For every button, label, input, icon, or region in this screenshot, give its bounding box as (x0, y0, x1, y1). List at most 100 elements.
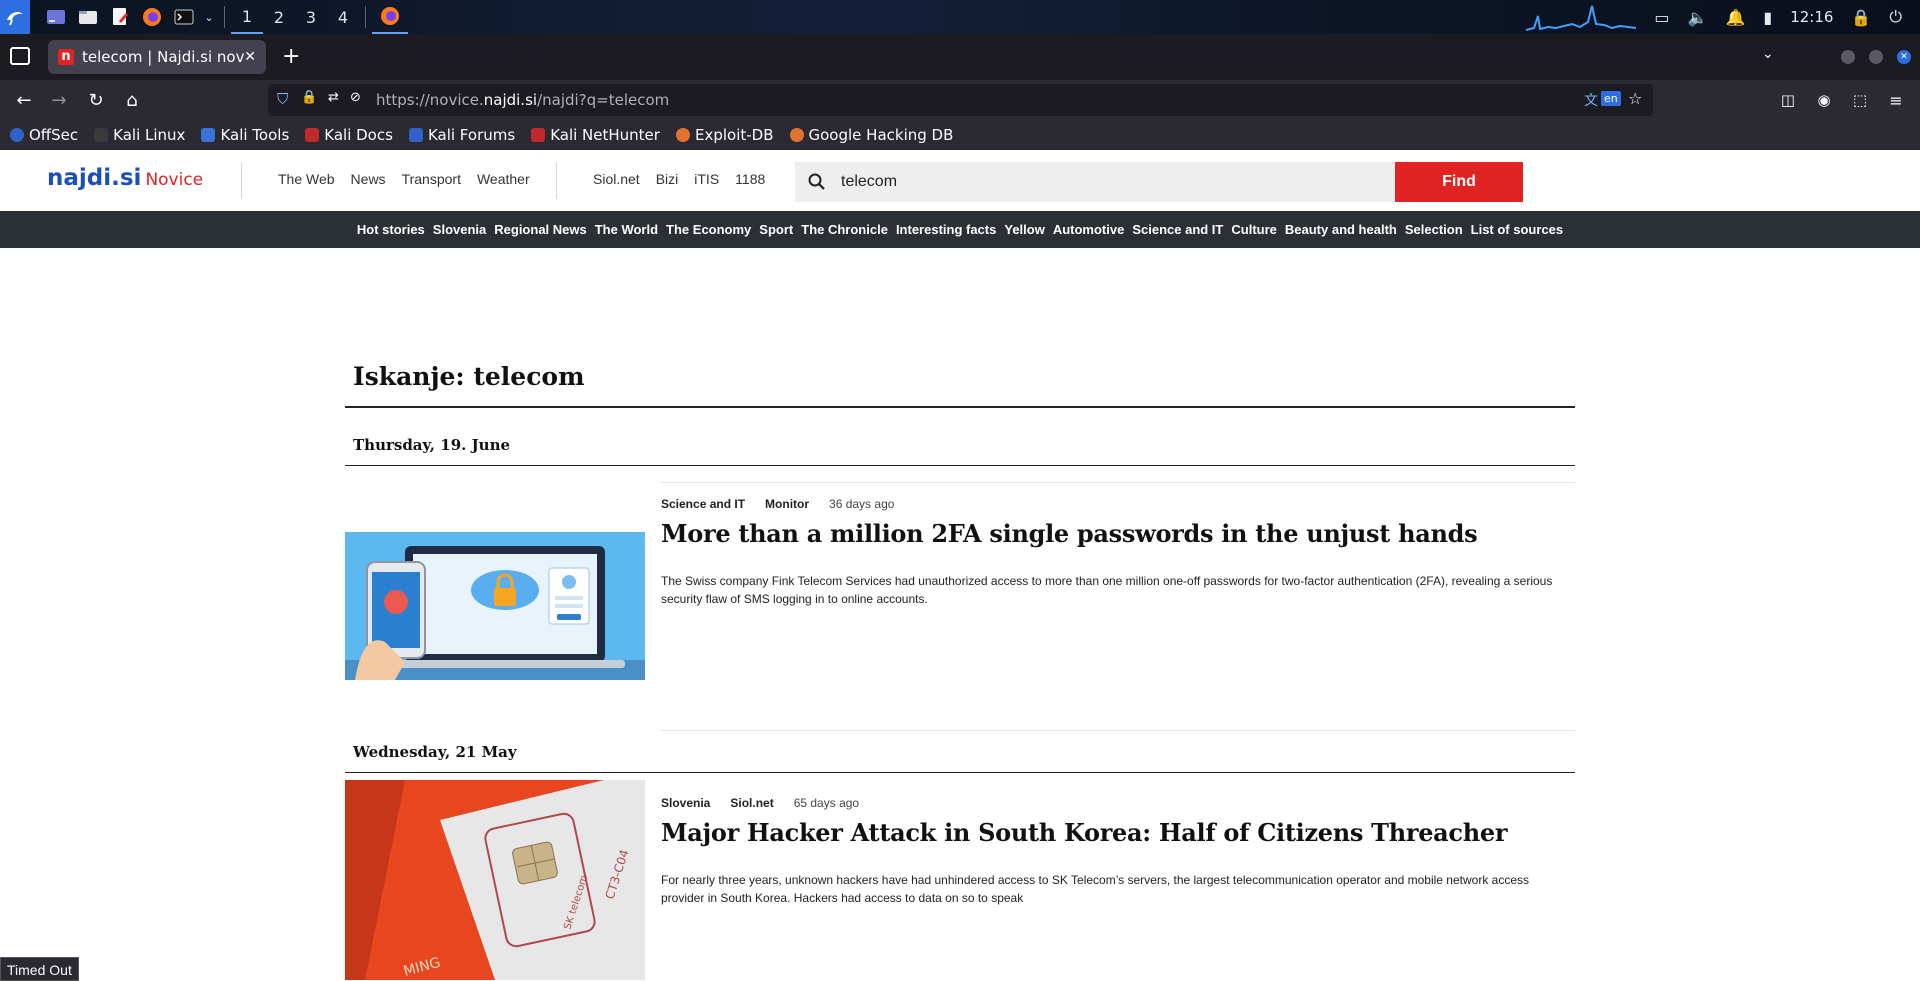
tracking-shield-icon[interactable]: ⛉ (277, 90, 288, 108)
files-icon[interactable] (72, 0, 104, 34)
workspace-1[interactable]: 1 (231, 0, 263, 34)
desktop-icon[interactable] (40, 0, 72, 34)
back-arrow-icon[interactable]: ← (12, 88, 36, 112)
window-maximize-button[interactable] (1869, 50, 1883, 64)
url-bar[interactable]: ⛉ 🔒 ⇄ ⊘ https://novice.najdi.si/najdi?q=… (268, 84, 1653, 116)
ghdb-icon (789, 128, 804, 142)
translate-language-badge[interactable]: en (1601, 91, 1621, 106)
link-bizi[interactable]: Bizi (656, 171, 679, 187)
category-science-and-it[interactable]: Science and IT (1132, 222, 1223, 237)
workspace-4[interactable]: 4 (327, 0, 359, 34)
bookmark-star-icon[interactable]: ☆ (1628, 89, 1642, 108)
category-interesting-facts[interactable]: Interesting facts (896, 222, 996, 237)
article-summary: The Swiss company Fink Telecom Services … (661, 574, 1553, 606)
tab-overview-icon[interactable] (10, 47, 30, 65)
category-culture[interactable]: Culture (1231, 222, 1277, 237)
browser-navbar: ← → ↻ ⌂ ⛉ 🔒 ⇄ ⊘ https://novice.najdi.si/… (0, 80, 1920, 120)
autoplay-blocked-icon[interactable]: ⊘ (350, 90, 361, 105)
new-tab-button[interactable]: + (282, 44, 300, 69)
bookmark-exploit-db[interactable]: Exploit-DB (675, 126, 774, 144)
article-category[interactable]: Slovenia (661, 796, 710, 810)
kali-docs-icon (305, 128, 320, 142)
bookmark-kali-docs[interactable]: Kali Docs (305, 126, 393, 144)
category-the-chronicle[interactable]: The Chronicle (801, 222, 888, 237)
list-all-tabs-icon[interactable]: ⌄ (1762, 46, 1774, 62)
tab-close-icon[interactable]: ✕ (244, 49, 256, 65)
forward-arrow-icon[interactable]: → (47, 88, 71, 112)
find-button[interactable]: Find (1395, 162, 1523, 202)
category-slovenia[interactable]: Slovenia (433, 222, 486, 237)
najdi-logo[interactable]: najdi.si Novice (47, 165, 203, 191)
category-selection[interactable]: Selection (1405, 222, 1463, 237)
firefox-window-icon[interactable] (372, 0, 408, 34)
account-icon[interactable]: ◉ (1812, 88, 1836, 112)
link-transport[interactable]: Transport (402, 171, 461, 187)
link-the-web[interactable]: The Web (278, 171, 335, 187)
link-1188[interactable]: 1188 (735, 171, 765, 187)
bookmark-kali-tools[interactable]: Kali Tools (201, 126, 289, 144)
article-summary: For nearly three years, unknown hackers … (661, 873, 1530, 905)
text-editor-icon[interactable] (104, 0, 136, 34)
category-the-world[interactable]: The World (595, 222, 658, 237)
power-icon[interactable]: ⏻ (1889, 7, 1902, 27)
article-source[interactable]: Monitor (765, 497, 809, 511)
firefox-icon[interactable] (136, 0, 168, 34)
category-beauty-and-health[interactable]: Beauty and health (1285, 222, 1397, 237)
category-list-of-sources[interactable]: List of sources (1471, 222, 1563, 237)
search-input[interactable] (841, 173, 1371, 191)
article-headline[interactable]: Major Hacker Attack in South Korea: Half… (661, 818, 1507, 847)
home-icon[interactable]: ⌂ (120, 88, 144, 112)
bookmark-google-hacking-db[interactable]: Google Hacking DB (789, 126, 953, 144)
primary-links: The Web News Transport Weather (278, 171, 530, 187)
terminal-icon[interactable] (168, 0, 200, 34)
reload-icon[interactable]: ↻ (84, 88, 108, 112)
window-close-button[interactable]: ✕ (1897, 50, 1911, 64)
article-age: 36 days ago (829, 497, 895, 511)
link-siol[interactable]: Siol.net (593, 171, 640, 187)
category-automotive[interactable]: Automotive (1053, 222, 1125, 237)
pocket-icon[interactable]: ◫ (1776, 88, 1800, 112)
article-headline[interactable]: More than a million 2FA single passwords… (661, 519, 1478, 548)
link-itis[interactable]: iTIS (694, 171, 719, 187)
permissions-icon[interactable]: ⇄ (328, 90, 339, 105)
clock[interactable]: 12:16 (1790, 8, 1833, 26)
category-yellow[interactable]: Yellow (1004, 222, 1044, 237)
header-divider (556, 163, 557, 199)
category-nav: Hot stories Slovenia Regional News The W… (0, 211, 1920, 248)
link-news[interactable]: News (351, 171, 386, 187)
workspace-3[interactable]: 3 (295, 0, 327, 34)
notification-bell-icon[interactable]: 🔔 (1725, 8, 1745, 27)
padlock-icon[interactable]: 🔒 (301, 90, 317, 105)
bookmark-kali-linux[interactable]: Kali Linux (94, 126, 185, 144)
link-weather[interactable]: Weather (477, 171, 530, 187)
search-icon (795, 162, 839, 202)
menu-icon[interactable]: ≡ (1884, 88, 1908, 112)
status-tooltip: Timed Out (0, 957, 79, 981)
category-regional-news[interactable]: Regional News (494, 222, 586, 237)
article-category[interactable]: Science and IT (661, 497, 745, 511)
page-title: Iskanje: telecom (353, 362, 585, 391)
tab-telecom[interactable]: n telecom | Najdi.si novice ✕ (48, 40, 266, 74)
bookmark-kali-forums[interactable]: Kali Forums (408, 126, 515, 144)
url-text[interactable]: https://novice.najdi.si/najdi?q=telecom (376, 91, 669, 109)
battery-icon[interactable]: ▮ (1763, 8, 1772, 27)
article-source[interactable]: Siol.net (730, 796, 773, 810)
kali-menu-icon[interactable] (0, 0, 30, 34)
article-thumbnail[interactable]: SK telecom CT3-C04 MING (345, 780, 645, 980)
window-minimize-button[interactable] (1841, 50, 1855, 64)
category-the-economy[interactable]: The Economy (666, 222, 751, 237)
category-sport[interactable]: Sport (759, 222, 793, 237)
translate-icon[interactable]: 文 (1584, 90, 1598, 110)
workspace-2[interactable]: 2 (263, 0, 295, 34)
display-icon[interactable]: ▭ (1654, 8, 1669, 27)
article-meta: Science and IT Monitor 36 days ago (661, 497, 894, 511)
category-hot-stories[interactable]: Hot stories (357, 222, 425, 237)
bookmark-kali-nethunter[interactable]: Kali NetHunter (531, 126, 660, 144)
article-thumbnail[interactable] (345, 532, 645, 680)
chevron-down-icon[interactable]: ⌄ (200, 0, 218, 34)
nethunter-icon (531, 128, 546, 142)
extensions-icon[interactable]: ⬚ (1848, 88, 1872, 112)
volume-icon[interactable]: 🔈 (1688, 8, 1708, 27)
lock-icon[interactable]: 🔒 (1851, 8, 1871, 27)
bookmark-offsec[interactable]: OffSec (10, 126, 78, 144)
